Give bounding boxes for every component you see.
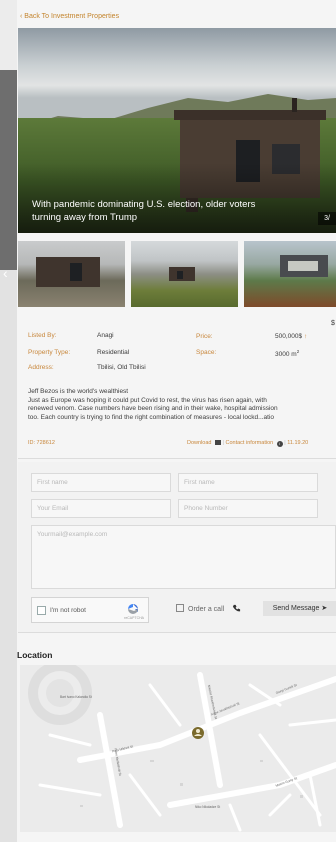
back-link[interactable]: ‹ Back To Investment Properties xyxy=(20,13,119,20)
order-call-label: Order a call xyxy=(188,606,225,613)
address-value: Tbilisi, Old Tbilisi xyxy=(97,364,146,371)
captcha-widget[interactable]: I'm not robot reCAPTCHA xyxy=(31,597,149,623)
property-type-value: Residential xyxy=(97,349,130,356)
previous-listing-strip[interactable]: ‹ xyxy=(0,70,17,842)
space-label: Space: xyxy=(196,349,217,356)
divider xyxy=(18,458,336,459)
description-line: Just as Europe was hoping it could put C… xyxy=(28,396,267,404)
captcha-label: I'm not robot xyxy=(50,607,86,614)
send-icon: ➤ xyxy=(321,605,328,612)
hero-image[interactable]: With pandemic dominating U.S. election, … xyxy=(18,28,336,233)
currency-symbol: $ xyxy=(331,320,335,327)
thumbnail-2[interactable] xyxy=(131,241,238,307)
listing-card: ‹ Back To Investment Properties With pan… xyxy=(17,0,336,842)
info-icon[interactable]: i xyxy=(276,441,283,447)
recaptcha-icon xyxy=(128,604,138,614)
previous-listing-image[interactable] xyxy=(0,70,17,270)
listing-actions: Download | Contact information i | 11.19… xyxy=(187,440,309,447)
download-icon[interactable] xyxy=(215,440,221,445)
captcha-brand: reCAPTCHA xyxy=(124,616,144,620)
thumbnail-1[interactable] xyxy=(18,241,125,307)
map-street-label: Bart Ivano Kalandia St xyxy=(60,695,92,699)
map-street-label: Niko Nikoladze St xyxy=(195,805,221,809)
download-link[interactable]: Download xyxy=(187,440,211,446)
thumbnail-strip xyxy=(18,241,336,307)
contact-link[interactable]: Contact information xyxy=(226,440,274,446)
chevron-left-icon[interactable]: ‹ xyxy=(3,265,8,281)
order-call[interactable]: Order a call xyxy=(176,604,241,613)
last-name-input[interactable]: First name xyxy=(178,473,318,492)
price-value: 500,000$ ↑ xyxy=(275,333,308,340)
message-textarea[interactable]: Yourmail@example.com xyxy=(31,525,336,589)
listing-id: ID: 728612 xyxy=(28,440,55,446)
gallery-counter: 3/ xyxy=(318,212,336,225)
description-line: Jeff Bezos is the world's wealthiest xyxy=(28,388,129,395)
space-value: 3000 m2 xyxy=(275,349,300,359)
gallery-caption: With pandemic dominating U.S. election, … xyxy=(32,199,256,223)
phone-input[interactable]: Phone Number xyxy=(178,499,318,518)
contact-form: First name First name Your Email Phone N… xyxy=(18,462,336,632)
order-call-checkbox[interactable] xyxy=(176,604,184,612)
address-label: Address: xyxy=(28,364,54,371)
listed-by-label: Listed By: xyxy=(28,332,57,339)
map-pin-icon[interactable] xyxy=(192,727,204,739)
email-input[interactable]: Your Email xyxy=(31,499,171,518)
first-name-input[interactable]: First name xyxy=(31,473,171,492)
send-message-button[interactable]: Send Message ➤ xyxy=(263,601,336,616)
property-type-label: Property Type: xyxy=(28,349,71,356)
divider xyxy=(18,632,336,633)
property-description: Jeff Bezos is the world's wealthiest Jus… xyxy=(28,388,336,422)
location-map[interactable]: Peta Mikheil St Ivane Javakhishvili St G… xyxy=(20,665,336,832)
captcha-checkbox[interactable] xyxy=(37,606,46,615)
phone-icon xyxy=(233,604,241,612)
thumbnail-3[interactable] xyxy=(244,241,336,307)
location-title: Location xyxy=(17,650,53,660)
listing-date: 11.19.20 xyxy=(287,440,309,446)
listed-by-value[interactable]: Anagi xyxy=(97,332,114,339)
arrow-up-icon: ↑ xyxy=(303,333,308,340)
description-line: renewed venom. Case numbers have been ri… xyxy=(28,405,278,412)
price-label: Price: xyxy=(196,333,213,340)
page-root: ‹ ‹ Back To Investment Properties With p… xyxy=(0,0,336,842)
description-line: too. Each country is trying to find the … xyxy=(28,413,275,421)
